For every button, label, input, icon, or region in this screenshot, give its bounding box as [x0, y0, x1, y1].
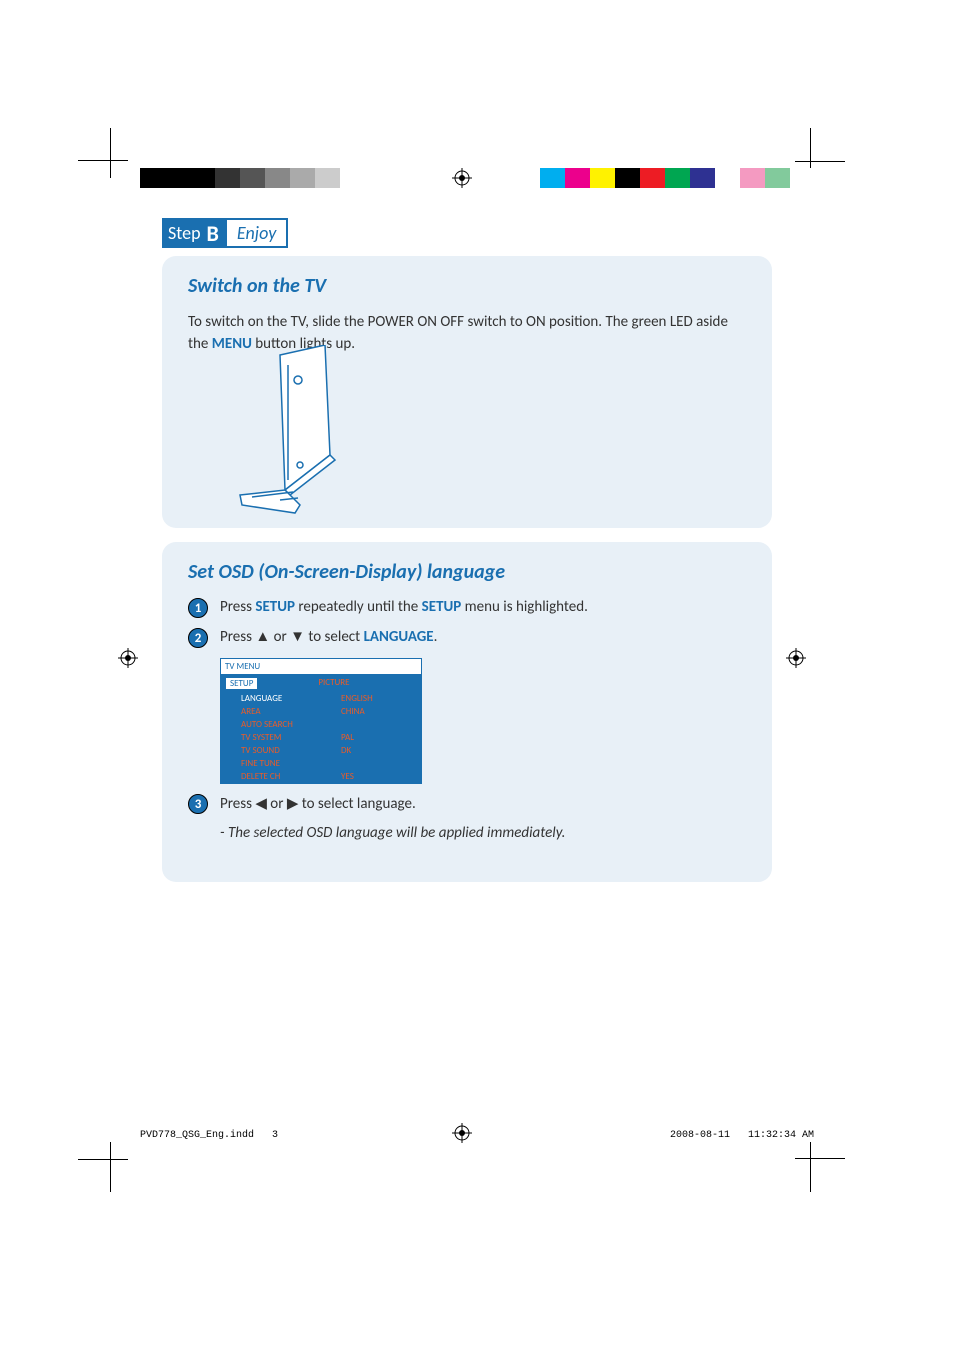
tv-menu-row: DELETE CHYES — [221, 770, 421, 783]
device-illustration — [230, 345, 350, 515]
color-swatch — [290, 168, 315, 188]
registration-mark-top — [452, 168, 472, 188]
step-3: 3 Press ◀ or ▶ to select language. — [188, 794, 746, 814]
panel-heading: Switch on the TV — [188, 274, 746, 298]
step-2: 2 Press ▲ or ▼ to select LANGUAGE. — [188, 628, 746, 648]
tv-menu-row: TV SOUNDDK — [221, 744, 421, 757]
tab-picture: PICTURE — [318, 677, 349, 690]
color-swatch — [590, 168, 615, 188]
color-swatch — [640, 168, 665, 188]
step-title: Enjoy — [227, 218, 288, 248]
step-text: Press ▲ or ▼ to select LANGUAGE. — [220, 628, 437, 646]
crop-mark — [110, 128, 111, 178]
footer-date: 2008-08-11 11:32:34 AM — [670, 1130, 814, 1141]
color-swatch — [615, 168, 640, 188]
step-number: 2 — [188, 628, 208, 648]
step-1: 1 Press SETUP repeatedly until the SETUP… — [188, 598, 746, 618]
footer-file: PVD778_QSG_Eng.indd 3 — [140, 1130, 278, 1141]
tv-menu-row: AUTO SEARCH — [221, 718, 421, 731]
color-swatch — [215, 168, 240, 188]
tv-menu-osd: TV MENU SETUP PICTURE LANGUAGEENGLISHARE… — [220, 658, 422, 784]
tv-menu-row: AREACHINA — [221, 705, 421, 718]
step-header: Step B Enjoy — [162, 218, 288, 248]
color-swatch — [740, 168, 765, 188]
step-note: - The selected OSD language will be appl… — [220, 824, 746, 842]
tv-menu-row: FINE TUNE — [221, 757, 421, 770]
color-swatch — [540, 168, 565, 188]
color-swatch — [265, 168, 290, 188]
registration-mark-right — [786, 648, 806, 668]
color-swatch — [690, 168, 715, 188]
crop-mark — [810, 1142, 811, 1192]
step-box: Step B — [162, 218, 227, 248]
color-swatch — [140, 168, 165, 188]
step-letter: B — [207, 220, 219, 247]
step-number: 3 — [188, 794, 208, 814]
color-swatch — [165, 168, 190, 188]
step-text: Press ◀ or ▶ to select language. — [220, 794, 416, 813]
color-swatch — [765, 168, 790, 188]
step-text: Press SETUP repeatedly until the SETUP m… — [220, 598, 588, 616]
step-label: Step — [168, 222, 201, 244]
tv-menu-tabs: SETUP PICTURE — [221, 675, 421, 692]
panel-set-osd: Set OSD (On-Screen-Display) language 1 P… — [162, 542, 772, 882]
color-swatch — [715, 168, 740, 188]
color-swatch — [190, 168, 215, 188]
color-swatch — [240, 168, 265, 188]
tv-menu-title: TV MENU — [221, 659, 421, 675]
crop-mark — [795, 1158, 845, 1159]
crop-mark — [78, 160, 128, 161]
crop-mark — [795, 161, 845, 162]
tv-menu-row: TV SYSTEMPAL — [221, 731, 421, 744]
tv-menu-row: LANGUAGEENGLISH — [221, 692, 421, 705]
tab-setup: SETUP — [225, 677, 258, 690]
panel-heading: Set OSD (On-Screen-Display) language — [188, 560, 746, 584]
crop-mark — [110, 1142, 111, 1192]
color-swatch — [790, 168, 815, 188]
color-bar-left — [140, 168, 365, 188]
color-swatch — [315, 168, 340, 188]
registration-mark-bottom — [452, 1123, 472, 1143]
crop-mark — [78, 1159, 128, 1160]
color-swatch — [565, 168, 590, 188]
color-bar-right — [540, 168, 815, 188]
step-number: 1 — [188, 598, 208, 618]
color-swatch — [340, 168, 365, 188]
color-swatch — [665, 168, 690, 188]
registration-mark-left — [118, 648, 138, 668]
